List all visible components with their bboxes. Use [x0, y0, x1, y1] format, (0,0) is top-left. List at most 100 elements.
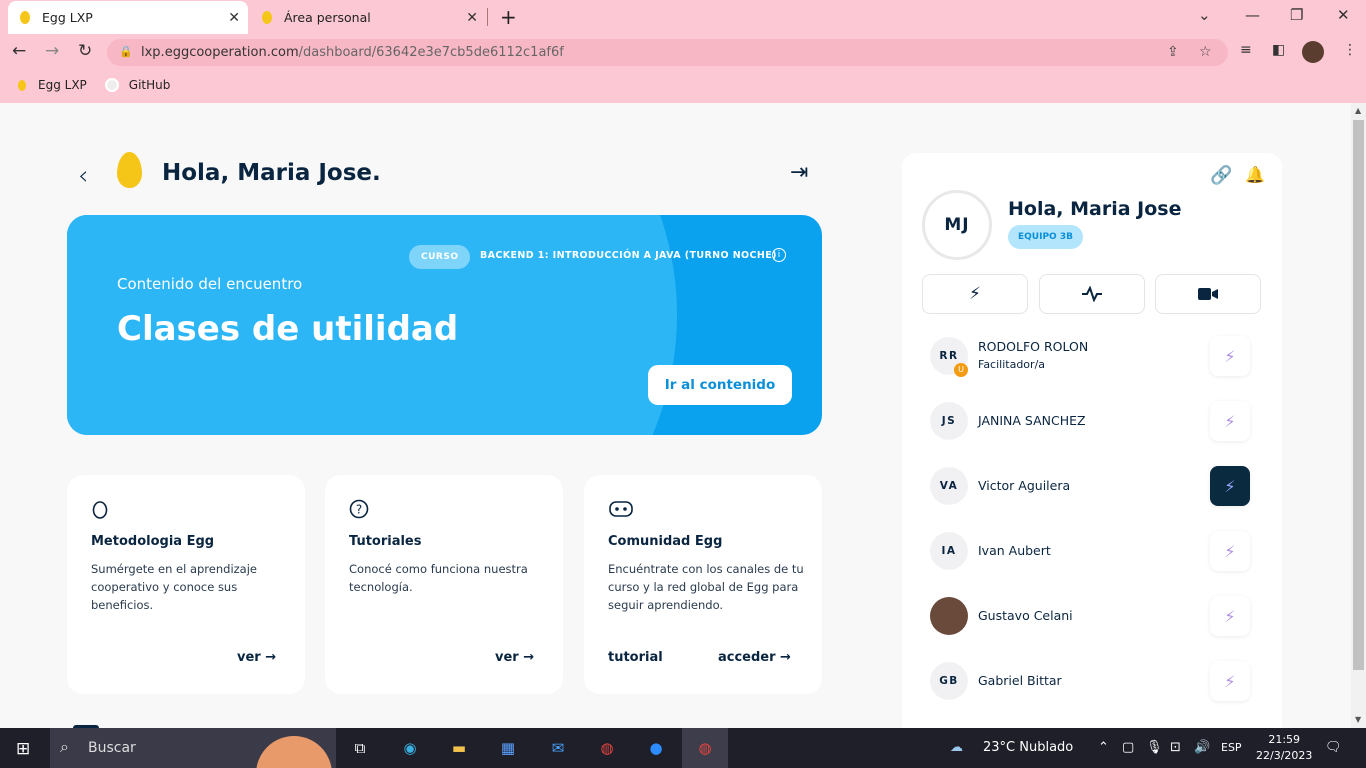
language-indicator[interactable]: ESP	[1221, 741, 1242, 754]
member-row: JS JANINA SANCHEZ ⚡	[930, 400, 1260, 444]
close-window-button[interactable]: ✕	[1337, 6, 1350, 24]
scroll-up-icon[interactable]: ▲	[1355, 106, 1361, 115]
card-description: Sumérgete en el aprendizaje cooperativo …	[91, 562, 257, 612]
clock-date: 22/3/2023	[1256, 749, 1313, 762]
member-avatar: IA	[930, 532, 968, 570]
reload-button[interactable]: ↻	[78, 41, 92, 61]
task-view-icon[interactable]: ⧉	[348, 736, 372, 760]
camera-icon[interactable]: ▢	[1122, 740, 1134, 755]
member-name: Gustavo Celani	[978, 608, 1073, 623]
card-title: Metodologia Egg	[91, 534, 215, 549]
tab-title: Egg LXP	[42, 10, 93, 25]
address-bar[interactable]: 🔒 lxp.eggcooperation.com/dashboard/63642…	[107, 39, 1228, 66]
member-avatar: GB	[930, 662, 968, 700]
lightning-button-active[interactable]: ⚡	[1210, 466, 1250, 506]
new-tab-button[interactable]: +	[500, 5, 517, 29]
hero-subtitle: Contenido del encuentro	[117, 275, 303, 293]
bookmark-label: Egg LXP	[38, 78, 87, 92]
tutorial-link[interactable]: tutorial	[608, 650, 663, 665]
member-name: Gabriel Bittar	[978, 673, 1062, 688]
browser-chrome: Egg LXP ✕ Área personal ✕ + ⌄ — ❐ ✕ ← → …	[0, 0, 1366, 103]
back-arrow-icon[interactable]: ‹	[78, 161, 88, 191]
chrome-icon[interactable]: ◍	[595, 736, 619, 760]
tab-search-icon[interactable]: ⌄	[1198, 6, 1211, 24]
info-icon[interactable]: i	[772, 248, 786, 262]
bookmark-egg-lxp[interactable]: Egg LXP	[18, 78, 87, 92]
member-role: Facilitador/a	[978, 358, 1046, 371]
scrollbar-thumb[interactable]	[1353, 120, 1364, 670]
bookmark-github[interactable]: GitHub	[104, 78, 170, 92]
acceder-link[interactable]: acceder →	[718, 650, 791, 665]
encounter-hero-card: CURSO BACKEND 1: INTRODUCCIÓN A JAVA (TU…	[67, 215, 822, 435]
maximize-button[interactable]: ❐	[1290, 6, 1303, 24]
lightning-button[interactable]: ⚡	[1210, 531, 1250, 571]
clock[interactable]: 21:59 22/3/2023	[1256, 732, 1312, 764]
minimize-button[interactable]: —	[1245, 6, 1260, 24]
tab-area-personal[interactable]: Área personal ✕	[250, 1, 486, 34]
search-icon: ⌕	[60, 737, 69, 756]
share-icon[interactable]: ⇪	[1167, 44, 1179, 60]
store-icon[interactable]: ▦	[496, 736, 520, 760]
edge-icon[interactable]: ◉	[398, 736, 422, 760]
tab-strip: Egg LXP ✕ Área personal ✕ + ⌄ — ❐ ✕	[0, 0, 1366, 34]
lightning-button[interactable]: ⚡	[1210, 401, 1250, 441]
lightning-button[interactable]: ⚡	[1210, 596, 1250, 636]
search-highlight-image	[256, 736, 332, 768]
member-row: Gustavo Celani ⚡	[930, 595, 1260, 639]
network-icon[interactable]: ⊡	[1170, 740, 1181, 755]
card-tutoriales: ? Tutoriales Conocé como funciona nuestr…	[325, 475, 563, 694]
bookmark-star-icon[interactable]: ☆	[1199, 44, 1212, 60]
hero-title: Clases de utilidad	[117, 309, 459, 349]
member-name: Victor Aguilera	[978, 478, 1071, 493]
sidebar-greeting: Hola, Maria Jose	[1008, 198, 1182, 220]
member-name: JANINA SANCHEZ	[978, 413, 1086, 428]
ver-link[interactable]: ver →	[237, 650, 276, 665]
cloud-icon: ☁	[950, 740, 963, 755]
profile-avatar[interactable]	[1302, 41, 1324, 63]
activity-icon[interactable]	[1039, 274, 1145, 314]
scroll-down-icon[interactable]: ▼	[1355, 715, 1361, 724]
mail-icon[interactable]: ✉	[546, 736, 570, 760]
back-button[interactable]: ←	[12, 41, 26, 61]
discord-icon	[608, 499, 633, 519]
card-title: Comunidad Egg	[608, 534, 723, 549]
chrome-profile-icon[interactable]: ◍	[693, 736, 717, 760]
zoom-icon[interactable]: ●	[644, 736, 668, 760]
close-tab-icon[interactable]: ✕	[228, 10, 240, 26]
file-explorer-icon[interactable]: ▬	[447, 736, 471, 760]
egg-favicon	[18, 79, 26, 91]
page-scrollbar[interactable]: ▲ ▼	[1351, 103, 1366, 728]
menu-icon[interactable]: ⋮	[1343, 42, 1357, 58]
search-placeholder: Buscar	[88, 740, 136, 756]
weather-text[interactable]: 23°C Nublado	[983, 740, 1073, 755]
forward-button[interactable]: →	[45, 41, 59, 61]
side-panel-icon[interactable]: ◧	[1272, 42, 1285, 58]
lightning-button[interactable]: ⚡	[1210, 336, 1250, 376]
ver-link[interactable]: ver →	[495, 650, 534, 665]
media-queue-icon[interactable]: ≡	[1240, 42, 1252, 58]
browser-toolbar: ← → ↻ 🔒 lxp.eggcooperation.com/dashboard…	[0, 34, 1366, 70]
mic-icon[interactable]: 🎙	[1146, 740, 1163, 755]
course-name: BACKEND 1: INTRODUCCIÓN A JAVA (TURNO NO…	[480, 250, 777, 261]
notifications-icon[interactable]: 🗨	[1325, 740, 1342, 755]
link-icon[interactable]: 🔗	[1210, 165, 1232, 186]
lightning-button[interactable]: ⚡	[1210, 661, 1250, 701]
lightning-icon[interactable]: ⚡	[922, 274, 1028, 314]
tab-egg-lxp[interactable]: Egg LXP ✕	[8, 1, 248, 34]
close-tab-icon[interactable]: ✕	[466, 10, 478, 26]
bell-icon[interactable]: 🔔	[1245, 165, 1265, 184]
go-to-content-button[interactable]: Ir al contenido	[648, 365, 792, 405]
member-photo-avatar	[930, 597, 968, 635]
card-metodologia: Metodologia Egg Sumérgete en el aprendiz…	[67, 475, 305, 694]
video-icon[interactable]	[1155, 274, 1261, 314]
facilitator-badge: U	[954, 363, 968, 377]
logout-icon[interactable]: ⇥	[790, 160, 808, 185]
chevron-up-icon[interactable]: ⌃	[1098, 740, 1109, 755]
course-badge: CURSO	[409, 245, 471, 269]
volume-icon[interactable]: 🔊	[1194, 740, 1210, 755]
member-row: GB Gabriel Bittar ⚡	[930, 660, 1260, 704]
github-icon	[104, 78, 119, 92]
url-path: /dashboard/63642e3e7cb5de6112c1af6f	[298, 45, 564, 60]
windows-start-icon[interactable]: ⊞	[16, 739, 30, 759]
taskbar-search[interactable]: ⌕ Buscar	[50, 728, 336, 768]
